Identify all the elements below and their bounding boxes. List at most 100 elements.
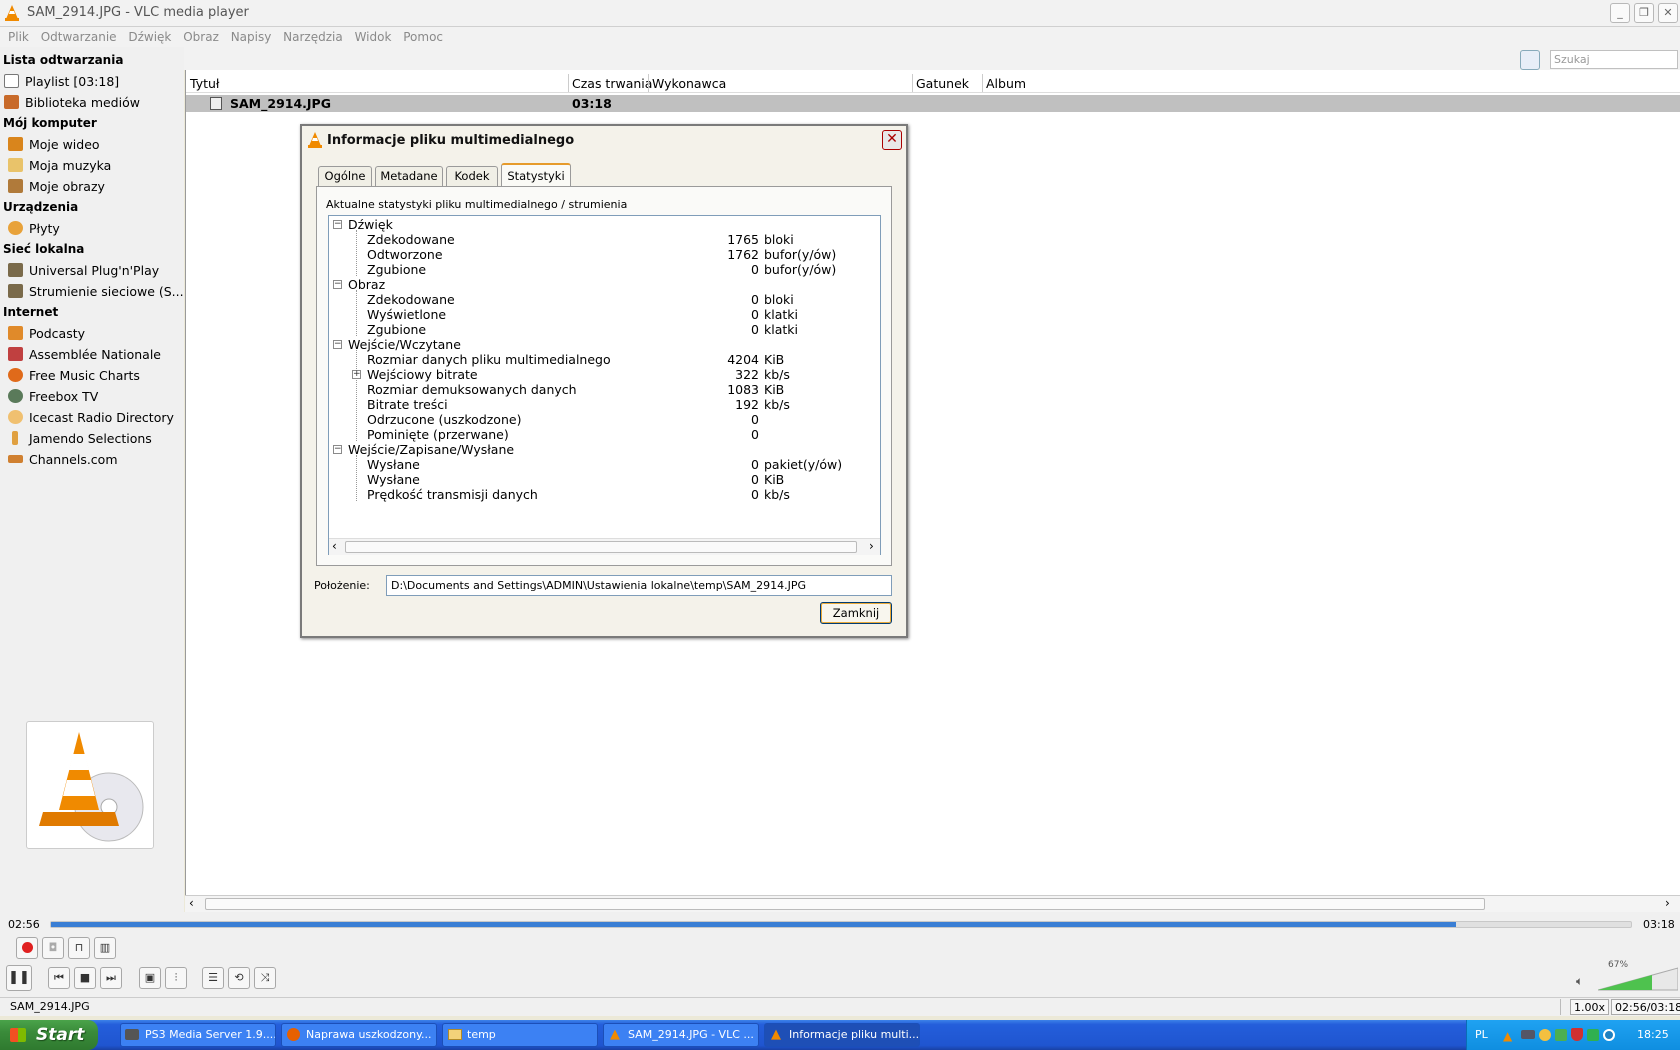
loop-button[interactable]: ⟲ [228,967,250,989]
speaker-icon[interactable]: 🔈︎ [1576,974,1583,989]
extended-settings-button[interactable]: ⫶ [165,967,187,989]
group-input-read: Wejście/Wczytane [348,337,461,352]
menu-help[interactable]: Pomoc [395,29,443,45]
taskbar-button-media-info[interactable]: Informacje pliku multi... [764,1023,920,1047]
statistics-tree[interactable]: − Dźwięk Zdekodowane 1765 bloki Odtworzo… [328,215,881,555]
sidebar-item-my-videos[interactable]: Moje wideo [8,137,100,152]
column-genre[interactable]: Gatunek [916,76,969,91]
dialog-close-button[interactable]: ✕ [882,130,902,150]
tray-icon[interactable] [1555,1029,1567,1041]
file-icon [210,97,222,110]
start-button[interactable]: Start [0,1020,98,1050]
scroll-right-icon[interactable]: › [869,539,874,553]
tab-statistics[interactable]: Statystyki [501,163,571,186]
sidebar-item-my-pictures[interactable]: Moje obrazy [8,179,105,194]
minimize-button[interactable]: _ [1610,3,1630,23]
shield-icon[interactable] [1571,1028,1583,1041]
podcast-icon [8,326,23,340]
elapsed-time: 02:56 [8,918,40,931]
dialog-title: Informacje pliku multimedialnego [327,133,575,148]
fullscreen-button[interactable]: ▣ [139,967,161,989]
loop-ab-button[interactable]: ⊓ [68,937,90,959]
sidebar-item-channels[interactable]: Channels.com [8,452,118,467]
menu-tools[interactable]: Narzędzia [275,29,343,45]
taskbar-button-folder[interactable]: temp [442,1023,598,1047]
sidebar-item-icecast[interactable]: Icecast Radio Directory [8,410,174,425]
stat-value: 0 [751,412,759,427]
view-mode-icon[interactable] [1520,50,1540,70]
snapshot-button[interactable]: ◘ [42,937,64,959]
sidebar-item-playlist[interactable]: Playlist [03:18] [4,74,119,89]
collapse-icon[interactable]: − [333,340,342,349]
clock[interactable]: 18:25 [1637,1028,1669,1041]
language-indicator[interactable]: PL [1475,1028,1488,1041]
column-album[interactable]: Album [986,76,1026,91]
menu-subtitles[interactable]: Napisy [223,29,272,45]
playlist-row[interactable]: SAM_2914.JPG 03:18 [186,95,1680,112]
maximize-button[interactable]: ❐ [1634,3,1654,23]
taskbar-button-vlc[interactable]: SAM_2914.JPG - VLC ... [603,1023,759,1047]
tree-scrollbar[interactable]: ‹ › [329,538,880,555]
sidebar-item-assemblee[interactable]: Assemblée Nationale [8,347,161,362]
taskbar-button-ps3[interactable]: PS3 Media Server 1.9.... [120,1023,276,1047]
volume-slider[interactable]: 67% [1597,960,1679,992]
sidebar-item-my-music[interactable]: Moja muzyka [8,158,111,173]
collapse-icon[interactable]: − [333,220,342,229]
search-input[interactable]: Szukaj [1550,50,1678,69]
next-button[interactable]: ⏭ [100,967,122,989]
stat-unit: pakiet(y/ów) [764,457,843,472]
stat-value: 0 [751,457,759,472]
sidebar-item-podcasts[interactable]: Podcasty [8,326,85,341]
menu-audio[interactable]: Dźwięk [120,29,171,45]
tab-metadata[interactable]: Metadane [375,166,443,186]
close-button[interactable]: Zamknij [820,602,892,624]
menu-bar: Plik Odtwarzanie Dźwięk Obraz Napisy Nar… [0,27,1680,47]
shuffle-button[interactable]: ⤨ [254,967,276,989]
sidebar-item-discs[interactable]: Płyty [8,221,60,236]
expand-icon[interactable]: + [352,370,361,379]
menu-playback[interactable]: Odtwarzanie [33,29,117,45]
playback-speed[interactable]: 1.00x [1570,999,1610,1015]
collapse-icon[interactable]: − [333,445,342,454]
close-window-button[interactable]: ✕ [1658,3,1678,23]
ps3-tray-icon[interactable] [1521,1030,1535,1039]
scrollbar-thumb[interactable] [205,898,1485,910]
collapse-icon[interactable]: − [333,280,342,289]
tab-codec[interactable]: Kodek [446,166,498,186]
menu-video[interactable]: Obraz [175,29,219,45]
record-icon [21,942,33,953]
playlist-scrollbar[interactable]: ‹ › [185,895,1680,912]
seek-bar[interactable] [50,921,1632,928]
pause-button[interactable]: ❚❚ [6,965,32,991]
network-tray-icon[interactable] [1603,1029,1615,1041]
tray-icon[interactable] [1587,1029,1599,1041]
taskbar-button-browser[interactable]: Naprawa uszkodzony... [281,1023,437,1047]
total-time[interactable]: 03:18 [1643,918,1675,931]
sidebar-item-upnp[interactable]: Universal Plug'n'Play [8,263,159,278]
stop-button[interactable]: ■ [74,967,96,989]
menu-view[interactable]: Widok [347,29,392,45]
sidebar-item-jamendo[interactable]: Jamendo Selections [8,431,152,446]
record-button[interactable] [16,937,38,959]
vlc-tray-icon[interactable]: ▲ [1503,1029,1512,1043]
sidebar-item-media-library[interactable]: Biblioteka mediów [4,95,140,110]
previous-button[interactable]: ⏮ [48,967,70,989]
sidebar-item-network-streams[interactable]: Strumienie sieciowe (S... [8,284,184,299]
column-duration[interactable]: Czas trwania [572,76,652,91]
frame-step-button[interactable]: ▥ [94,937,116,959]
time-status[interactable]: 02:56/03:18 [1611,999,1680,1015]
tray-icon[interactable] [1539,1029,1551,1041]
tab-general[interactable]: Ogólne [318,166,372,186]
scroll-left-icon[interactable]: ‹ [189,896,194,910]
location-field[interactable]: D:\Documents and Settings\ADMIN\Ustawien… [386,575,892,596]
sidebar-item-freebox-tv[interactable]: Freebox TV [8,389,98,404]
sidebar-item-free-music-charts[interactable]: Free Music Charts [8,368,140,383]
scroll-left-icon[interactable]: ‹ [332,539,337,553]
menu-file[interactable]: Plik [0,29,29,45]
column-artist[interactable]: Wykonawca [652,76,726,91]
scrollbar-thumb[interactable] [345,541,857,553]
column-title[interactable]: Tytuł [190,76,219,91]
playlist-toggle-button[interactable]: ☰ [202,967,224,989]
scroll-right-icon[interactable]: › [1665,896,1670,910]
stat-label: Zdekodowane [367,232,455,247]
